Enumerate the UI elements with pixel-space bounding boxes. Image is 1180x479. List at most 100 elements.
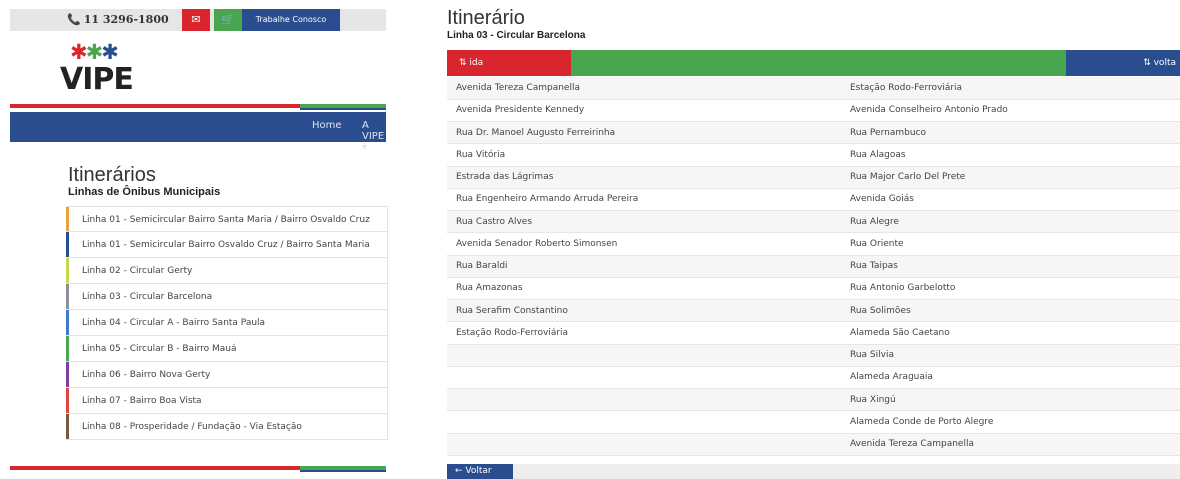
bus-line-label: Linha 08 - Prosperidade / Fundação - Via… — [82, 422, 302, 432]
volta-street-cell: Rua Major Carlo Del Prete — [842, 166, 1180, 189]
ida-street-cell: Avenida Presidente Kennedy — [447, 99, 842, 123]
volta-street-cell: Rua Alegre — [842, 210, 1180, 234]
ida-street-cell: Rua Amazonas — [447, 277, 842, 301]
back-label: Voltar — [465, 466, 492, 476]
nav-vipe-dropdown[interactable]: A VIPE ▾ — [362, 120, 386, 153]
line-color-bar — [66, 207, 69, 231]
bus-line-item[interactable]: Linha 08 - Prosperidade / Fundação - Via… — [66, 414, 388, 440]
table-row: Rua Baraldi Rua Taipas — [447, 255, 1180, 278]
line-color-bar — [66, 284, 69, 309]
line-color-bar — [66, 310, 69, 335]
envelope-icon: ✉ — [191, 13, 201, 26]
volta-street-cell: Alameda Araguaia — [842, 366, 1180, 390]
volta-street-cell: Avenida Goiás — [842, 188, 1180, 212]
table-row: Rua Dr. Manoel Augusto Ferreirinha Rua Pe… — [447, 121, 1180, 145]
table-row: Rua Serafim Constantino Rua Solimões — [447, 299, 1180, 323]
trabalhe-conosco-button[interactable]: Trabalhe Conosco — [242, 9, 340, 31]
ida-street-cell — [447, 433, 842, 456]
back-bar — [513, 464, 1180, 479]
ida-street-cell: Rua Engenheiro Armando Arruda Pereira — [447, 188, 842, 212]
line-color-bar — [66, 388, 69, 413]
ida-street-cell — [447, 388, 842, 412]
ida-street-cell: Avenida Senador Roberto Simonsen — [447, 232, 842, 256]
volta-street-cell: Alameda Conde de Porto Alegre — [842, 410, 1180, 434]
itinerary-subtitle: Linha 03 - Circular Barcelona — [447, 30, 586, 41]
bus-line-item[interactable]: Linha 01 - Semicircular Bairro Santa Mar… — [66, 206, 388, 232]
direction-divider — [571, 50, 1066, 76]
top-contact-bar: 📞 11 3296-1800 ✉ 🛒 Trabalhe Conosco — [10, 9, 386, 31]
ida-street-cell — [447, 410, 842, 434]
main-navbar: Home A VIPE ▾ — [10, 112, 386, 153]
route-table: Avenida Tereza Campanella Estação Rodo-Fe… — [447, 77, 1180, 456]
bus-line-label: Linha 01 - Semicircular Bairro Osvaldo C… — [82, 240, 370, 250]
volta-tab[interactable]: ⇅ volta — [1066, 50, 1180, 76]
itinerary-title: Itinerário — [447, 7, 525, 29]
nav-home-link[interactable]: Home — [312, 120, 342, 131]
bus-line-item[interactable]: Linha 02 - Circular Gerty — [66, 258, 388, 284]
line-color-bar — [66, 362, 69, 387]
bus-line-item[interactable]: Linha 03 - Circular Barcelona — [66, 284, 388, 310]
table-row: Avenida Senador Roberto Simonsen Rua Orie… — [447, 232, 1180, 256]
bus-line-label: Linha 02 - Circular Gerty — [82, 266, 193, 276]
phone-contact[interactable]: 📞 11 3296-1800 — [67, 13, 169, 26]
bus-line-list: Linha 01 - Semicircular Bairro Santa Mar… — [66, 206, 388, 440]
volta-street-cell: Rua Pernambuco — [842, 121, 1180, 145]
footer-divider — [10, 466, 386, 472]
vipe-logo[interactable]: ✱✱✱ VIPE — [60, 40, 140, 102]
table-row: Rua Castro Alves Rua Alegre — [447, 210, 1180, 234]
logo-text: VIPE — [60, 62, 134, 97]
ida-street-cell — [447, 366, 842, 390]
bus-line-item[interactable]: Linha 04 - Circular A - Bairro Santa Pau… — [66, 310, 388, 336]
direction-bar: ⇅ ida ⇅ volta — [447, 50, 1180, 76]
ida-street-cell: Rua Dr. Manoel Augusto Ferreirinha — [447, 121, 842, 145]
volta-street-cell: Rua Solimões — [842, 299, 1180, 323]
table-row: Estação Rodo-Ferroviária Alameda São Caet… — [447, 321, 1180, 345]
volta-street-cell: Rua Alagoas — [842, 143, 1180, 167]
table-row: Avenida Tereza Campanella Estação Rodo-Fe… — [447, 77, 1180, 100]
left-panel: 📞 11 3296-1800 ✉ 🛒 Trabalhe Conosco ✱✱✱ V… — [0, 0, 418, 479]
bus-line-label: Linha 01 - Semicircular Bairro Santa Mar… — [82, 215, 370, 225]
bus-line-item[interactable]: Linha 06 - Bairro Nova Gerty — [66, 362, 388, 388]
table-row: Rua Amazonas Rua Antonio Garbelotto — [447, 277, 1180, 301]
ida-street-cell: Rua Baraldi — [447, 255, 842, 278]
page-subtitle: Linhas de Ônibus Municipais — [68, 186, 221, 198]
ida-tab[interactable]: ⇅ ida — [447, 50, 571, 76]
bus-line-label: Linha 04 - Circular A - Bairro Santa Pau… — [82, 318, 266, 328]
volta-street-cell: Rua Taipas — [842, 255, 1180, 278]
direction-arrows-icon: ⇅ — [459, 58, 467, 68]
line-color-bar — [66, 414, 69, 439]
volta-label: volta — [1153, 58, 1176, 68]
mail-button[interactable]: ✉ — [182, 9, 210, 31]
table-row: Rua Engenheiro Armando Arruda Pereira Ave… — [447, 188, 1180, 212]
bus-line-label: Linha 05 - Circular B - Bairro Mauá — [82, 344, 237, 354]
table-row: Alameda Araguaia — [447, 366, 1180, 390]
cart-button[interactable]: 🛒 — [214, 9, 242, 31]
bus-line-label: Linha 03 - Circular Barcelona — [82, 292, 213, 302]
bus-line-item[interactable]: Linha 01 - Semicircular Bairro Osvaldo C… — [66, 232, 388, 258]
ida-street-cell: Rua Vitória — [447, 143, 842, 167]
people-logo-icon: ✱✱✱ — [70, 40, 119, 64]
table-row: Estrada das Lágrimas Rua Major Carlo Del … — [447, 166, 1180, 189]
ida-label: ida — [469, 58, 484, 68]
table-row: Alameda Conde de Porto Alegre — [447, 410, 1180, 434]
page-title: Itinerários — [68, 164, 156, 186]
bus-line-label: Linha 06 - Bairro Nova Gerty — [82, 370, 211, 380]
ida-street-cell: Rua Castro Alves — [447, 210, 842, 234]
line-color-bar — [66, 258, 69, 283]
ida-street-cell: Rua Serafim Constantino — [447, 299, 842, 323]
back-button[interactable]: ← Voltar — [447, 464, 513, 479]
volta-street-cell: Rua Oriente — [842, 232, 1180, 256]
ida-street-cell: Estrada das Lágrimas — [447, 166, 842, 189]
header-divider — [10, 104, 386, 110]
volta-street-cell: Estação Rodo-Ferroviária — [842, 77, 1180, 100]
phone-icon: 📞 — [67, 13, 81, 26]
arrow-left-icon: ← — [455, 466, 463, 476]
line-color-bar — [66, 336, 69, 361]
volta-street-cell: Rua Xingú — [842, 388, 1180, 412]
line-color-bar — [66, 232, 69, 257]
table-row: Rua Xingú — [447, 388, 1180, 412]
bus-line-item[interactable]: Linha 07 - Bairro Boa Vista — [66, 388, 388, 414]
ida-street-cell — [447, 344, 842, 367]
bus-line-item[interactable]: Linha 05 - Circular B - Bairro Mauá — [66, 336, 388, 362]
volta-street-cell: Avenida Conselheiro Antonio Prado — [842, 99, 1180, 123]
